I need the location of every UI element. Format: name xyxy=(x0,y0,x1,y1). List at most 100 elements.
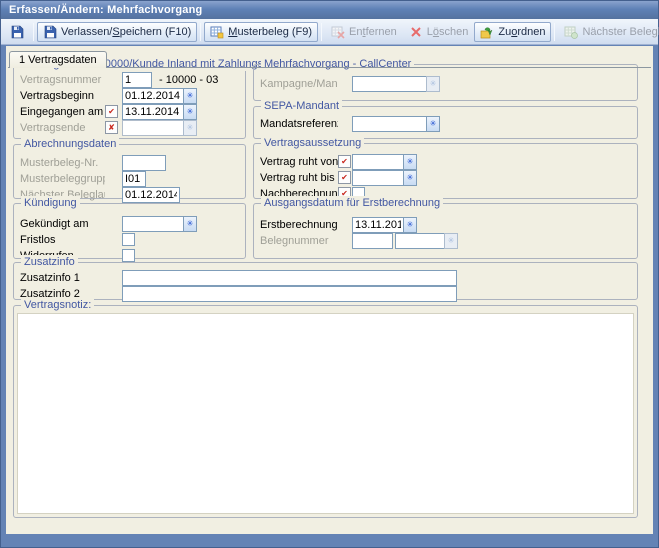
document-grid-icon xyxy=(210,25,224,39)
calendar-picker-icon: ✳ xyxy=(407,173,414,182)
musterbeleg-nr-input[interactable] xyxy=(122,155,166,171)
group-callcenter: Mehrfachvorgang - CallCenter Kampagne/Ma… xyxy=(253,64,638,101)
group-title: Vertragsaussetzung xyxy=(261,136,364,150)
combo-picker-icon: ✳ xyxy=(430,119,437,128)
vertrag-ruht-von-confirm-button[interactable]: ✔ xyxy=(338,155,351,168)
gekuendigt-am-datepicker-button[interactable]: ✳ xyxy=(183,216,197,232)
title-bar: Erfassen/Ändern: Mehrfachvorgang xyxy=(1,1,658,19)
red-check-icon: ✔ xyxy=(108,107,115,116)
vertrag-ruht-bis-input[interactable] xyxy=(352,170,404,186)
vertragsende-datepicker-button[interactable]: ✳ xyxy=(183,120,197,136)
tab-vertragsdaten[interactable]: 1 Vertragsdaten xyxy=(9,51,107,68)
entfernen-button[interactable]: Entfernen xyxy=(325,22,403,42)
musterbeleggruppe-input[interactable] xyxy=(122,171,146,187)
mandatsreferenz-label: Mandatsreferenz xyxy=(260,118,338,130)
group-sepa-mandant: SEPA-Mandant Mandatsreferenz ✳ xyxy=(253,106,638,139)
vertrag-ruht-bis-datepicker-button[interactable]: ✳ xyxy=(403,170,417,186)
vertragsende-input[interactable] xyxy=(122,120,184,136)
belegnummer-label: Belegnummer xyxy=(260,235,338,247)
button-label: Zuordnen xyxy=(498,26,545,38)
floppy-disk-icon xyxy=(43,25,57,39)
belegnummer-input-2[interactable] xyxy=(395,233,445,249)
calendar-picker-icon: ✳ xyxy=(187,219,194,228)
button-label: Musterbeleg (F9) xyxy=(228,26,312,38)
field-row-musterbeleggruppe: Musterbeleggruppe xyxy=(14,171,245,186)
vertrag-ruht-von-datepicker-button[interactable]: ✳ xyxy=(403,154,417,170)
vertragsende-clear-button[interactable]: ✘ xyxy=(105,121,118,134)
field-row-belegnummer: Belegnummer ✳ xyxy=(254,233,637,248)
field-row-vertragsnummer: Vertragsnummer - 10000 - 03 xyxy=(14,72,245,87)
mandatsreferenz-lookup-button[interactable]: ✳ xyxy=(426,116,440,132)
naechster-beleglauf-input[interactable] xyxy=(122,187,180,203)
group-kuendigung: Kündigung Gekündigt am ✳ Fristlos Widerr… xyxy=(13,203,246,259)
red-x-icon: ✘ xyxy=(108,123,115,132)
eingegangen-am-datepicker-button[interactable]: ✳ xyxy=(183,104,197,120)
musterbeleggruppe-label: Musterbeleggruppe xyxy=(20,173,105,185)
eingegangen-am-confirm-button[interactable]: ✔ xyxy=(105,105,118,118)
vertragsbeginn-datepicker-button[interactable]: ✳ xyxy=(183,88,197,104)
group-vertragsaussetzung: Vertragsaussetzung Vertrag ruht von ✔ ✳ … xyxy=(253,143,638,199)
vertragsnummer-suffix: - 10000 - 03 xyxy=(159,74,218,86)
belegnummer-lookup-button[interactable]: ✳ xyxy=(444,233,458,249)
fristlos-checkbox[interactable] xyxy=(122,233,135,246)
field-row-vertragsbeginn: Vertragsbeginn ✳ xyxy=(14,88,245,103)
tab-page-area: 1 Vertragsdaten Vertragsdaten: 10000/Kun… xyxy=(6,46,653,534)
field-row-musterbeleg-nr: Musterbeleg-Nr. xyxy=(14,155,245,170)
group-title: Abrechnungsdaten xyxy=(21,137,119,151)
group-title: Vertragsnotiz: xyxy=(21,298,94,312)
verlassen-speichern-button[interactable]: Verlassen/Speichern (F10) xyxy=(37,22,197,42)
calendar-picker-icon: ✳ xyxy=(407,220,414,229)
field-row-vertrag-ruht-bis: Vertrag ruht bis ✔ ✳ xyxy=(254,170,637,185)
group-title: Zusatzinfo xyxy=(21,255,78,269)
button-label: Entfernen xyxy=(349,26,397,38)
musterbeleg-button[interactable]: Musterbeleg (F9) xyxy=(204,22,318,42)
group-title: Kündigung xyxy=(21,196,80,210)
save-button[interactable] xyxy=(4,22,30,42)
vertragsnummer-label: Vertragsnummer xyxy=(20,74,105,86)
field-row-fristlos: Fristlos xyxy=(14,232,245,247)
field-row-vertrag-ruht-von: Vertrag ruht von ✔ ✳ xyxy=(254,154,637,169)
kampagne-mandant-input[interactable] xyxy=(352,76,427,92)
window-title: Erfassen/Ändern: Mehrfachvorgang xyxy=(9,4,202,16)
calendar-picker-icon: ✳ xyxy=(187,91,194,100)
vertragsbeginn-input[interactable] xyxy=(122,88,184,104)
gekuendigt-am-label: Gekündigt am xyxy=(20,218,105,230)
belegnummer-input-1[interactable] xyxy=(352,233,393,249)
field-row-erstberechnung-zum: Erstberechnung zum ✳ xyxy=(254,217,637,232)
kampagne-mandant-lookup-button[interactable]: ✳ xyxy=(426,76,440,92)
vertrag-ruht-von-input[interactable] xyxy=(352,154,404,170)
next-run-grid-icon xyxy=(564,25,578,39)
zuordnen-button[interactable]: Zuordnen xyxy=(474,22,551,42)
tab-label: 1 Vertragsdaten xyxy=(19,54,97,66)
naechster-beleglauf-button[interactable]: Nächster Beleglauf xyxy=(558,22,659,42)
erstberechnung-zum-datepicker-button[interactable]: ✳ xyxy=(403,217,417,233)
erstberechnung-zum-input[interactable] xyxy=(352,217,404,233)
field-row-mandatsreferenz: Mandatsreferenz ✳ xyxy=(254,116,637,131)
red-x-icon xyxy=(409,25,423,39)
field-row-zusatzinfo-1: Zusatzinfo 1 xyxy=(14,270,637,285)
button-label: Verlassen/Speichern (F10) xyxy=(61,26,191,38)
combo-picker-icon: ✳ xyxy=(448,236,455,245)
musterbeleg-nr-label: Musterbeleg-Nr. xyxy=(20,157,105,169)
vertragsnotiz-textarea[interactable] xyxy=(17,313,634,514)
field-row-gekuendigt-am: Gekündigt am ✳ xyxy=(14,216,245,231)
toolbar-separator xyxy=(200,23,201,41)
widerrufen-checkbox[interactable] xyxy=(122,249,135,262)
zusatzinfo-1-input[interactable] xyxy=(122,270,457,286)
vertragsbeginn-label: Vertragsbeginn xyxy=(20,90,105,102)
loeschen-button[interactable]: Löschen xyxy=(403,22,475,42)
mandatsreferenz-input[interactable] xyxy=(352,116,427,132)
eingegangen-am-input[interactable] xyxy=(122,104,184,120)
group-vertragsnotiz: Vertragsnotiz: xyxy=(13,305,638,518)
vertrag-ruht-bis-confirm-button[interactable]: ✔ xyxy=(338,171,351,184)
toolbar-separator xyxy=(321,23,322,41)
assign-icon xyxy=(480,25,494,39)
vertragsnummer-input[interactable] xyxy=(122,72,152,88)
window-frame: Erfassen/Ändern: Mehrfachvorgang Verlass… xyxy=(0,0,659,548)
gekuendigt-am-input[interactable] xyxy=(122,216,184,232)
toolbar: Verlassen/Speichern (F10) Musterbeleg (F… xyxy=(1,19,658,45)
zusatzinfo-2-input[interactable] xyxy=(122,286,457,302)
group-title: Mehrfachvorgang - CallCenter xyxy=(261,57,414,71)
button-label: Löschen xyxy=(427,26,469,38)
remove-grid-icon xyxy=(331,25,345,39)
